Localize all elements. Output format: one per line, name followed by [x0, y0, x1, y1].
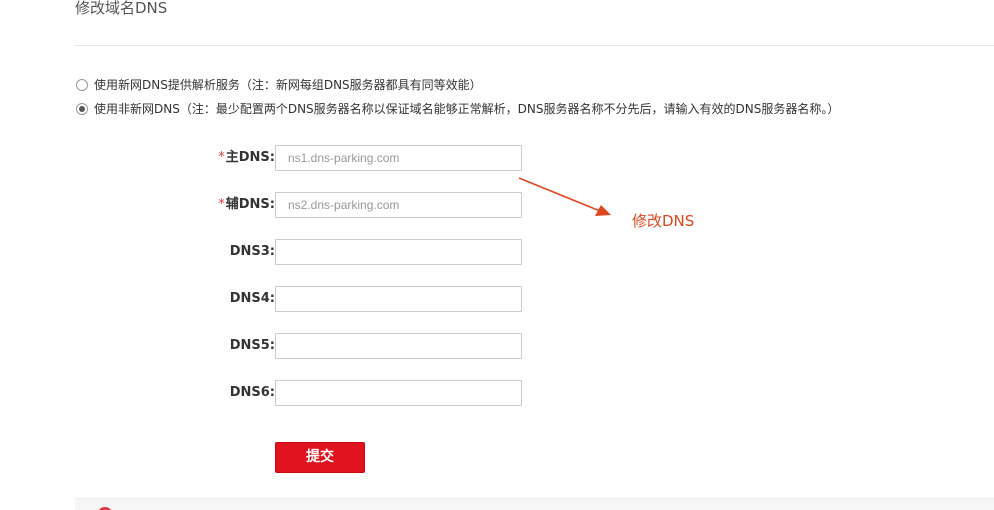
secondary-dns-label: *辅DNS:: [218, 192, 275, 218]
dns6-label: DNS6:: [229, 385, 275, 400]
bottom-info-panel: [75, 498, 994, 510]
page-title: 修改域名DNS: [75, 0, 168, 17]
secondary-dns-input[interactable]: [275, 192, 522, 218]
required-mark: *: [218, 150, 225, 165]
radio-use-custom-dns[interactable]: 使用非新网DNS（注：最少配置两个DNS服务器名称以保证域名能够正常解析，DNS…: [76, 101, 839, 117]
radio-use-xinnet-dns[interactable]: 使用新网DNS提供解析服务（注：新网每组DNS服务器都具有同等效能）: [76, 77, 482, 93]
modify-dns-page: 修改域名DNS 使用新网DNS提供解析服务（注：新网每组DNS服务器都具有同等效…: [0, 0, 994, 510]
primary-dns-input[interactable]: [275, 145, 522, 171]
annotation-text: 修改DNS: [632, 212, 695, 230]
field-row-dns5: DNS5:: [150, 333, 530, 359]
dns4-input[interactable]: [275, 286, 522, 312]
dns3-label: DNS3:: [229, 244, 275, 259]
radio-use-custom-dns-label: 使用非新网DNS（注：最少配置两个DNS服务器名称以保证域名能够正常解析，DNS…: [94, 102, 840, 116]
radio-button-icon[interactable]: [76, 79, 88, 91]
arrow-icon: [518, 177, 611, 216]
radio-button-checked-icon[interactable]: [76, 103, 88, 115]
dns5-input[interactable]: [275, 333, 522, 359]
field-row-primary-dns: *主DNS:: [150, 145, 530, 171]
radio-use-xinnet-dns-label: 使用新网DNS提供解析服务（注：新网每组DNS服务器都具有同等效能）: [94, 78, 482, 92]
secondary-dns-label-text: 辅DNS:: [225, 197, 275, 212]
field-row-dns3: DNS3:: [150, 239, 530, 265]
primary-dns-label: *主DNS:: [218, 145, 275, 171]
dns5-label: DNS5:: [229, 338, 275, 353]
field-row-secondary-dns: *辅DNS:: [150, 192, 530, 218]
field-row-dns4: DNS4:: [150, 286, 530, 312]
title-divider: [75, 45, 994, 46]
dns6-input[interactable]: [275, 380, 522, 406]
required-mark: *: [218, 197, 225, 212]
dns4-label: DNS4:: [229, 291, 275, 306]
field-row-dns6: DNS6:: [150, 380, 530, 406]
dns3-input[interactable]: [275, 239, 522, 265]
submit-button[interactable]: 提交: [275, 442, 365, 473]
primary-dns-label-text: 主DNS:: [225, 150, 275, 165]
